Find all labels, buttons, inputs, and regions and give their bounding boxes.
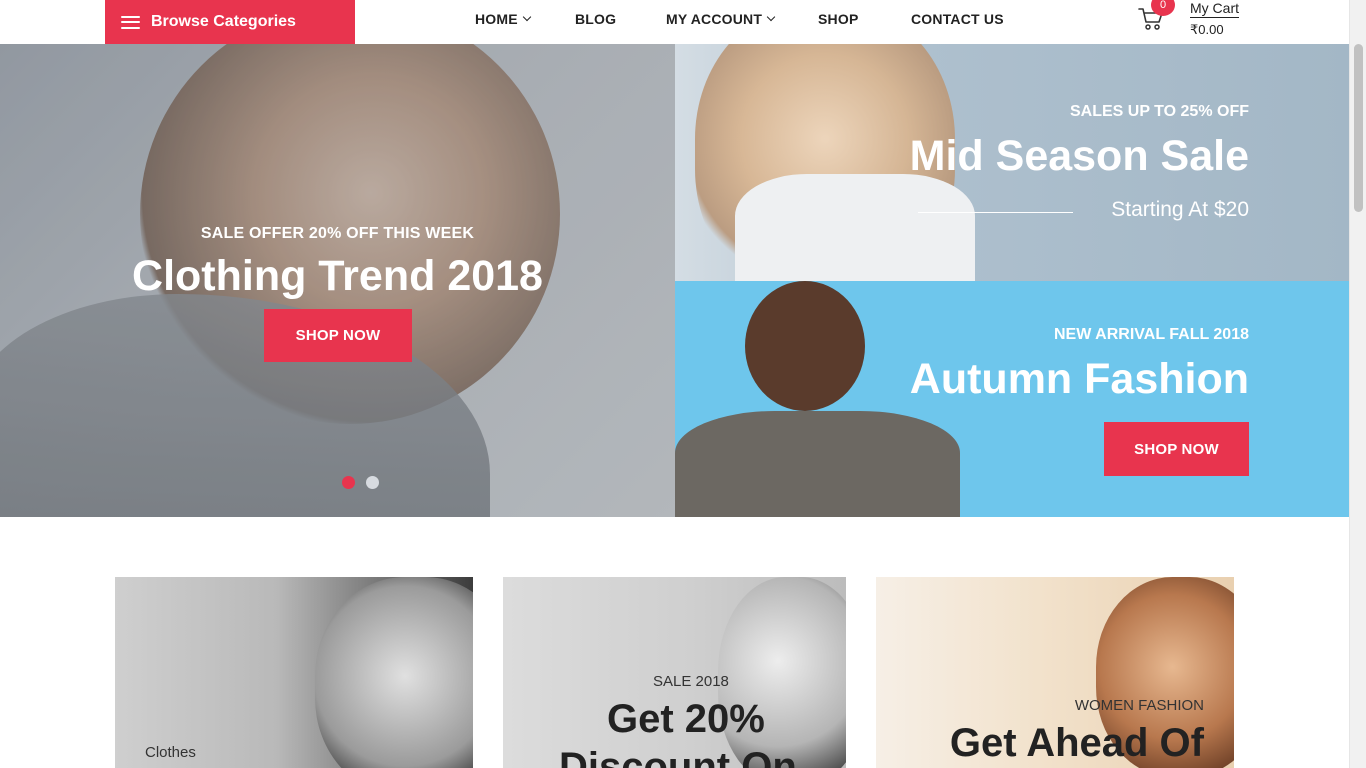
banner-clothes[interactable]: Clothes [115,577,473,768]
nav-my-account[interactable]: MY ACCOUNT [666,0,776,38]
model-blouse-shape [735,174,975,281]
banner-label: SALE 2018 [653,673,729,690]
banner-sale-2018[interactable]: SALE 2018 Get 20% Discount On [503,577,846,768]
banner-label: Clothes [145,744,196,761]
shop-now-button[interactable]: SHOP NOW [1104,422,1249,476]
nav-home-label: HOME [475,11,518,27]
chevron-down-icon [522,12,532,22]
promo-title: Autumn Fashion [909,355,1249,403]
nav-shop-label: SHOP [818,11,859,27]
cart-count-badge: 0 [1151,0,1175,16]
slider-dot[interactable] [366,476,379,489]
promo-starting-price: Starting At $20 [1111,198,1249,221]
hero-slide-main: SALE OFFER 20% OFF THIS WEEK Clothing Tr… [0,44,675,517]
nav-blog-label: BLOG [575,11,617,27]
model-shirt-shape [675,411,960,517]
nav-contact-us[interactable]: CONTACT US [911,0,1004,38]
nav-my-account-label: MY ACCOUNT [666,11,763,27]
nav-blog[interactable]: BLOG [575,0,616,38]
page-scrollbar[interactable] [1349,0,1366,768]
promo-title: Mid Season Sale [909,132,1249,180]
scrollbar-thumb[interactable] [1354,44,1363,212]
banner-heading-line2: Discount On [559,745,797,768]
site-header: Browse Categories HOME BLOG MY ACCOUNT S… [0,0,1349,44]
browse-categories-label: Browse Categories [151,13,296,30]
nav-home[interactable]: HOME [475,0,532,38]
promo-mid-season[interactable]: SALES UP TO 25% OFF Mid Season Sale Star… [675,44,1349,281]
banner-heading: Get Ahead Of [949,721,1204,765]
my-cart-link[interactable]: My Cart [1190,0,1239,18]
banner-photo [315,577,473,768]
promo-subtitle: NEW ARRIVAL FALL 2018 [1054,326,1249,343]
hero-title: Clothing Trend 2018 [132,252,543,300]
divider-line [918,212,1073,213]
nav-contact-label: CONTACT US [911,11,1004,27]
menu-icon [121,15,140,29]
hero-subtitle: SALE OFFER 20% OFF THIS WEEK [200,225,475,242]
banner-label: WOMEN FASHION [1074,697,1204,714]
chevron-down-icon [766,12,776,22]
shop-now-button[interactable]: SHOP NOW [264,309,412,362]
promo-autumn-fashion: NEW ARRIVAL FALL 2018 Autumn Fashion SHO… [675,281,1349,517]
browse-categories-button[interactable]: Browse Categories [105,0,355,44]
slider-dot-active[interactable] [342,476,355,489]
model-photo [745,281,865,411]
cart-total: ₹0.00 [1190,22,1224,37]
banner-heading: Get 20% [607,697,765,741]
promo-subtitle: SALES UP TO 25% OFF [1069,103,1249,120]
nav-shop[interactable]: SHOP [818,0,858,38]
banner-women-fashion[interactable]: WOMEN FASHION Get Ahead Of [876,577,1234,768]
